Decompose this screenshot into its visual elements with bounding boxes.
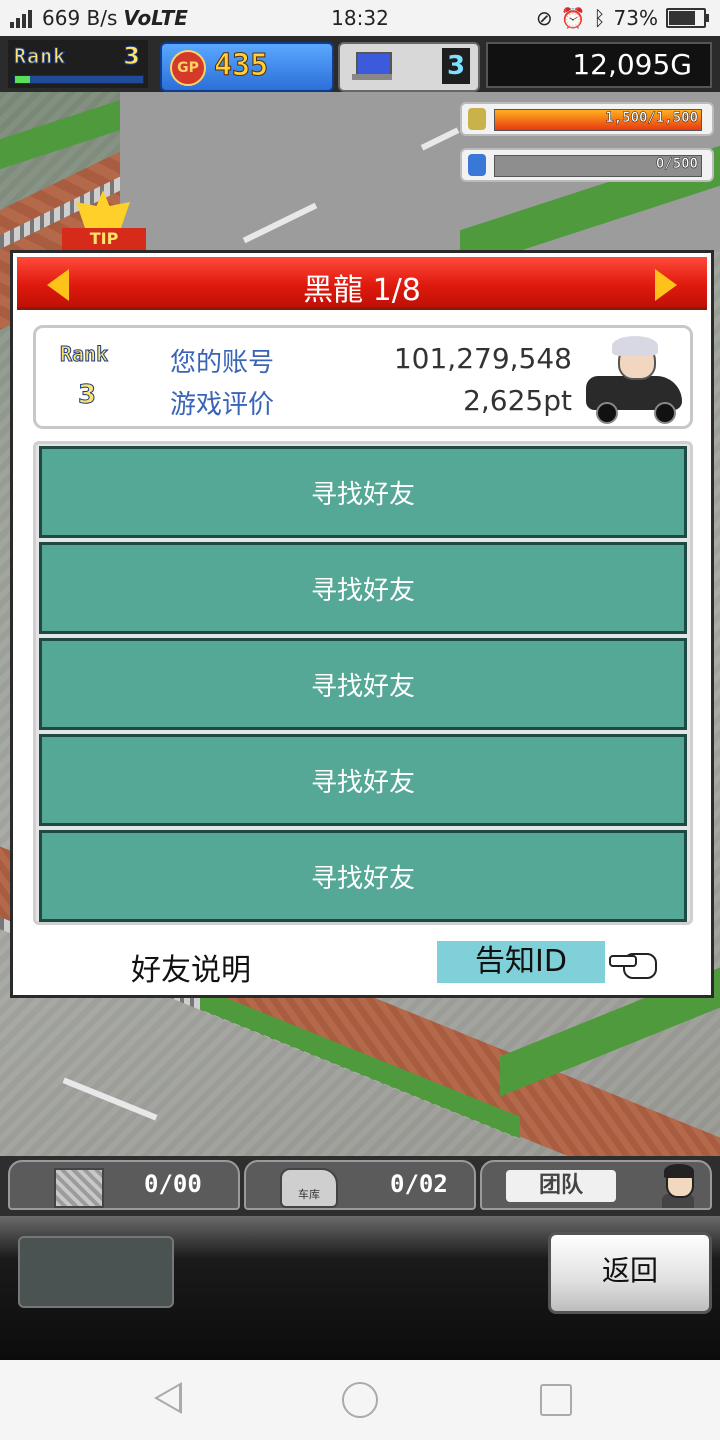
find-friend-slot[interactable]: 寻找好友 [39, 446, 687, 538]
lock-rotation-icon: ⊘ [535, 6, 553, 30]
nav-back-icon[interactable] [154, 1382, 182, 1414]
bluetooth-icon: ᛒ [593, 6, 606, 30]
rating-value: 2,625pt [463, 384, 572, 417]
rank-label: Rank [13, 44, 67, 69]
battery-icon [666, 8, 709, 28]
account-label: 您的账号 [170, 348, 275, 378]
tip-badge[interactable]: TIP [62, 190, 146, 252]
battery-percent: 73% [613, 6, 658, 30]
dialog-header: 黑龍 1/8 [17, 257, 707, 310]
garage-car-icon: 车库 [280, 1168, 338, 1208]
warehouse-tab[interactable]: 0/00 [8, 1160, 240, 1210]
friend-slot-list: 寻找好友 寻找好友 寻找好友 寻找好友 寻找好友 [33, 441, 693, 925]
road-marking [62, 1077, 158, 1121]
crown-icon [76, 190, 130, 230]
player-profile-card: Rank 3 您的账号 101,279,548 游戏评价 2,625pt [33, 325, 693, 429]
find-friend-slot[interactable]: 寻找好友 [39, 734, 687, 826]
gp-value: 435 [213, 48, 269, 84]
coin-amount: 1,500/1,500 [605, 110, 698, 127]
profile-rank-value: 3 [77, 380, 97, 411]
status-right: ⊘ ⏰ ᛒ 73% [535, 6, 709, 30]
crate-icon [54, 1168, 104, 1208]
back-button[interactable]: 返回 [548, 1232, 712, 1314]
fuel-bottle-icon [468, 154, 486, 176]
rating-label: 游戏评价 [170, 390, 275, 420]
garage-count: 0/02 [390, 1170, 448, 1198]
rank-box[interactable]: Rank 3 [8, 40, 148, 88]
money-display: 12,095G [486, 42, 712, 88]
coin-stack-icon [468, 108, 486, 130]
command-panel: 返回 [0, 1216, 720, 1360]
nav-home-icon[interactable] [342, 1382, 378, 1418]
team-label: 团队 [506, 1170, 616, 1202]
account-value: 101,279,548 [393, 342, 572, 375]
player-car-avatar-icon [582, 336, 686, 424]
tip-label: TIP [62, 228, 146, 250]
gp-box[interactable]: GP 435 [160, 42, 334, 92]
status-bar: 669 B/s VoLTE 18:32 ⊘ ⏰ ᛒ 73% [0, 0, 720, 36]
find-friend-slot[interactable]: 寻找好友 [39, 830, 687, 922]
friend-dialog: 黑龍 1/8 Rank 3 您的账号 101,279,548 游戏评价 2,62… [10, 250, 714, 998]
pc-box[interactable]: 3 [338, 42, 480, 92]
computer-icon [352, 52, 392, 82]
warehouse-count: 0/00 [144, 1170, 202, 1198]
staff-person-icon [658, 1164, 698, 1208]
pointing-hand-icon [609, 947, 657, 979]
coin-resource-bar: 1,500/1,500 [460, 102, 714, 136]
system-nav-bar [0, 1360, 720, 1440]
find-friend-slot[interactable]: 寻找好友 [39, 638, 687, 730]
nav-recent-apps-icon[interactable] [540, 1384, 572, 1416]
fuel-amount: 0/500 [655, 156, 699, 173]
team-tab[interactable]: 团队 [480, 1160, 712, 1210]
rank-progress-bar [14, 75, 144, 84]
empty-panel-slot [18, 1236, 174, 1308]
rank-value: 3 [123, 42, 141, 71]
find-friend-slot[interactable]: 寻找好友 [39, 542, 687, 634]
notify-id-button[interactable]: 告知ID [437, 941, 605, 983]
bottom-dock: 0/00 车库 0/02 团队 [0, 1156, 720, 1216]
fuel-resource-bar: 0/500 [460, 148, 714, 182]
garage-tab[interactable]: 车库 0/02 [244, 1160, 476, 1210]
dialog-title: 黑龍 1/8 [303, 273, 421, 308]
gp-coin-icon: GP [170, 50, 206, 86]
friend-explanation-link[interactable]: 好友说明 [131, 945, 251, 989]
next-page-arrow-icon[interactable] [655, 269, 677, 301]
game-top-bar: Rank 3 GP 435 3 12,095G [0, 36, 720, 92]
alarm-icon: ⏰ [560, 6, 586, 30]
profile-rank-label: Rank [59, 342, 109, 367]
pc-value: 3 [442, 48, 470, 84]
